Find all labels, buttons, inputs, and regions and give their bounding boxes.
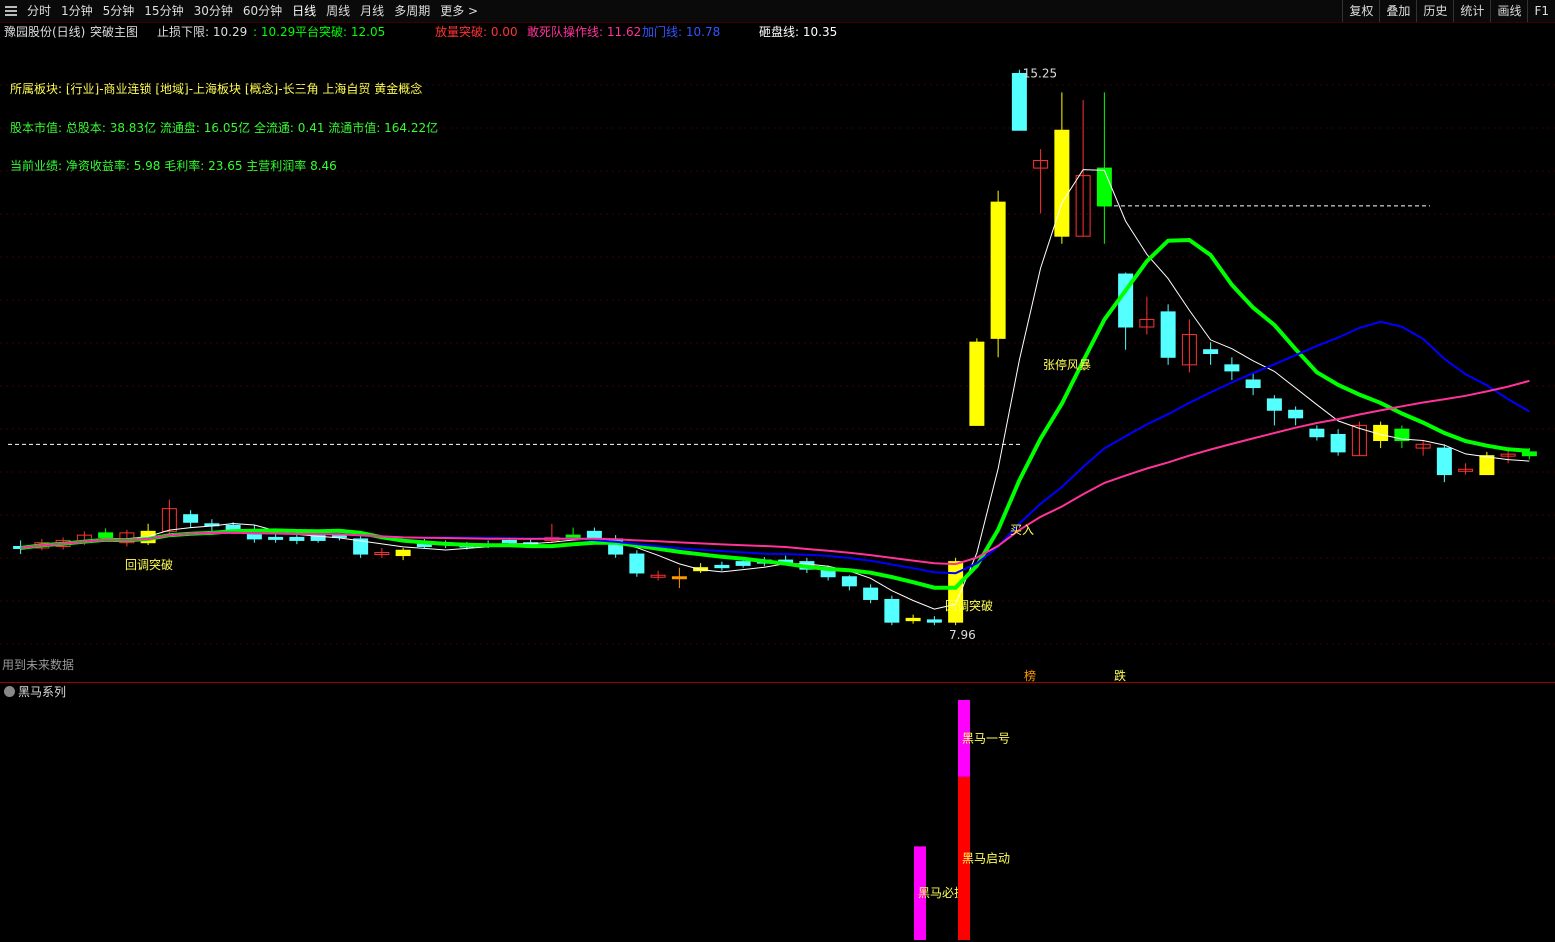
chart-annotation: 跌 (1114, 668, 1126, 682)
candle-body (884, 598, 900, 623)
candle-body (1309, 428, 1325, 438)
volume-breakout-value: 放量突破: 0.00 (435, 25, 518, 39)
candle-body (926, 619, 942, 623)
sub-panel-title: 黑马系列 (18, 685, 67, 699)
indicator-info-bar: 豫园股份(日线) 突破主图 止损下限: 10.29 : 10.29 平台突破: … (0, 22, 1555, 42)
period-tab-8[interactable]: 月线 (355, 0, 389, 22)
period-tab-2[interactable]: 5分钟 (98, 0, 140, 22)
candle-body (1054, 129, 1070, 237)
stock-title: 豫园股份(日线) (4, 25, 86, 39)
chart-annotation: 回调突破 (125, 557, 173, 572)
period-tab-7[interactable]: 周线 (321, 0, 355, 22)
period-tab-1[interactable]: 1分钟 (56, 0, 98, 22)
candlestick-chart[interactable]: 15.257.96张停风暴买入回调突破回调突破榜跌 (0, 42, 1555, 682)
accelerate-line-value: 加门线: 10.78 (642, 25, 721, 39)
dark-horse-label: 黑马启动 (962, 851, 1010, 865)
period-tab-0[interactable]: 分时 (22, 0, 56, 22)
candle-body (1224, 364, 1240, 372)
support-value: : 10.29 (253, 25, 296, 39)
indicator-name[interactable]: 突破主图 (90, 22, 138, 42)
tool-button-0[interactable]: 复权 (1342, 0, 1379, 22)
candle-body (565, 534, 581, 538)
tool-button-1[interactable]: 叠加 (1379, 0, 1416, 22)
panel-divider (0, 682, 1555, 683)
candle-body (501, 539, 517, 544)
future-data-note: 用到未来数据 (2, 658, 75, 672)
period-tab-5[interactable]: 60分钟 (238, 0, 287, 22)
menu-icon[interactable] (4, 4, 18, 18)
period-tab-4[interactable]: 30分钟 (189, 0, 238, 22)
period-tabs: 分时 1分钟 5分钟 15分钟 30分钟 60分钟 日线 周线 月线 多周期 更多 > (22, 0, 483, 22)
candle-body (905, 617, 921, 622)
candle-body (735, 561, 751, 566)
tool-button-5[interactable]: F1 (1527, 0, 1555, 22)
high-price-label: 15.25 (1023, 66, 1057, 80)
candle-body (1096, 167, 1112, 207)
tool-button-2[interactable]: 历史 (1416, 0, 1453, 22)
candle-body (841, 576, 857, 587)
candle-body (289, 536, 305, 541)
sub-panel-header[interactable]: 黑马系列 (4, 684, 66, 700)
candle-body (1479, 455, 1495, 476)
candle-body (1245, 379, 1261, 389)
dare-line-value: 敢死队操作线: 11.62 (527, 25, 642, 39)
candle-body (1436, 447, 1452, 476)
chart-annotation: 榜 (1024, 668, 1036, 682)
period-tab-3[interactable]: 15分钟 (139, 0, 188, 22)
platform-breakout-value: 平台突破: 12.05 (295, 25, 386, 39)
smash-line-value: 砸盘线: 10.35 (759, 25, 838, 39)
tool-buttons: 复权 叠加 历史 统计 画线 F1 (1342, 0, 1555, 22)
tool-button-3[interactable]: 统计 (1453, 0, 1490, 22)
candle-body (1330, 433, 1346, 453)
dark-horse-label: 黑马一号 (962, 731, 1010, 745)
candle-body (863, 587, 879, 600)
candle-body (395, 549, 411, 557)
candle-body (1160, 311, 1176, 358)
candle-body (268, 536, 284, 540)
period-toolbar: 分时 1分钟 5分钟 15分钟 30分钟 60分钟 日线 周线 月线 多周期 更多 > 复权 叠加 历史… (0, 0, 1555, 23)
dark-horse-panel: 黑马必抓黑马启动黑马一号 (914, 700, 1010, 940)
candle-body (1266, 398, 1282, 411)
period-tab-10[interactable]: 更多 > (435, 0, 483, 22)
candle-body (183, 514, 199, 523)
candle-body (671, 576, 687, 580)
stop-loss-value: 止损下限: 10.29 (157, 25, 248, 39)
candle-body (969, 341, 985, 426)
ma5-line (20, 169, 1530, 610)
candle-body (714, 564, 730, 569)
candle-body (98, 532, 114, 538)
low-price-label: 7.96 (949, 628, 976, 642)
tool-button-4[interactable]: 画线 (1490, 0, 1527, 22)
candle-body (990, 201, 1006, 339)
candle-body (1203, 349, 1219, 355)
chart-annotation: 回调突破 (945, 598, 993, 613)
candle-body (1011, 72, 1027, 131)
period-tab-6[interactable]: 日线 (287, 0, 321, 22)
chart-annotation: 买入 (1010, 523, 1034, 537)
candle-body (1288, 409, 1304, 419)
candle-body (629, 553, 645, 574)
chart-annotation: 张停风暴 (1043, 357, 1091, 372)
collapse-icon[interactable] (4, 686, 15, 697)
period-tab-9[interactable]: 多周期 (389, 0, 435, 22)
